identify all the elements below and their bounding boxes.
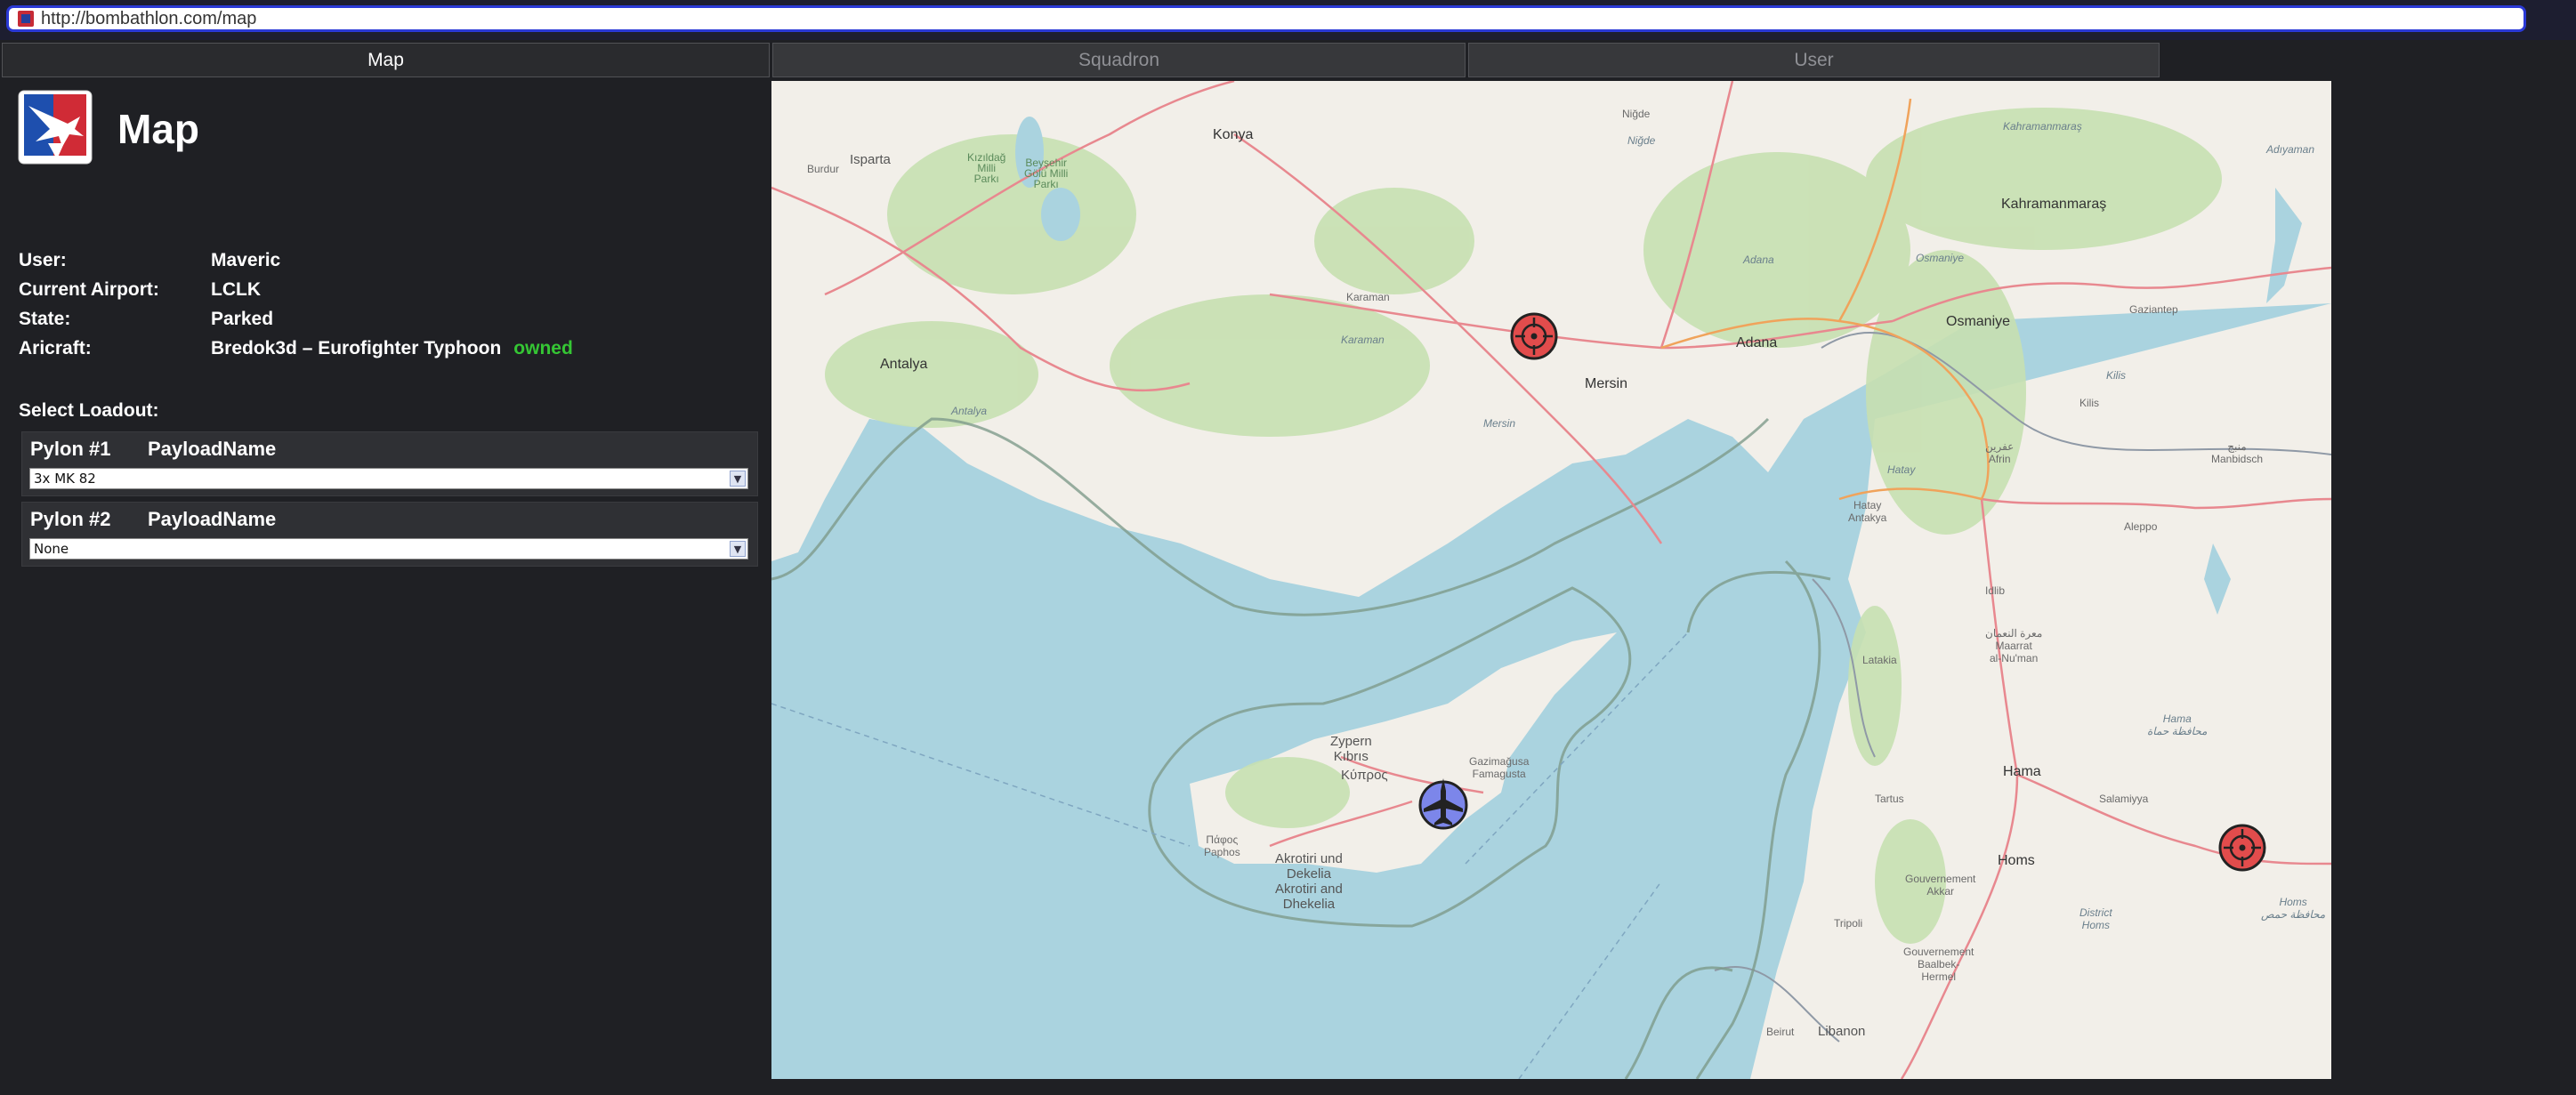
map-label-adana-province: Adana — [1743, 254, 1774, 266]
map-label-hama: Hama — [2003, 764, 2041, 779]
map-label-manbij: منبج Manbidsch — [2211, 440, 2264, 465]
page-title: Map — [117, 106, 199, 152]
land-cyprus — [1190, 632, 1617, 873]
map-label-district-homs: District Homs — [2079, 906, 2112, 931]
map-label-akkar: Gouvernement Akkar — [1905, 873, 1976, 898]
target-marker[interactable] — [2218, 824, 2266, 872]
map-label-isparta: Isparta — [850, 152, 891, 167]
map-label-salamiyya: Salamiyya — [2099, 793, 2149, 805]
map-label-kahramanmaras: Kahramanmaraş — [2001, 197, 2107, 212]
map-label-baalbek: Gouvernement Baalbek- Hermel — [1903, 946, 1974, 983]
map-label-gaziantep: Gaziantep — [2129, 303, 2178, 316]
map-label-osmaniye: Osmaniye — [1946, 314, 2011, 329]
tab-map[interactable]: Map — [2, 43, 770, 77]
current-airport-label: Current Airport: — [19, 279, 159, 300]
map-label-mersin-province: Mersin — [1483, 417, 1516, 430]
map-label-homs: Homs — [1998, 853, 2035, 868]
pylon-card: Pylon #2 PayloadName None ▼ — [21, 502, 758, 567]
map-label-antalya: Antalya — [880, 357, 928, 372]
map-label-adana: Adana — [1736, 335, 1778, 350]
crosshair-target-icon — [1510, 312, 1558, 360]
state-label: State: — [19, 309, 71, 329]
map-label-afrin: عفرين Afrin — [1985, 440, 2015, 465]
map-label-burdur: Burdur — [807, 163, 840, 175]
map-label-kizildag: Kızıldağ Milli Parkı — [967, 151, 1006, 185]
map-label-mersin: Mersin — [1585, 376, 1628, 391]
map-label-hatay: Hatay — [1887, 463, 1916, 476]
map-label-tripoli: Tripoli — [1834, 917, 1863, 930]
map-label-tartus: Tartus — [1875, 793, 1904, 805]
map-label-aleppo: Aleppo — [2124, 520, 2158, 533]
land-syria-lebanon — [1750, 303, 2331, 1079]
aircraft-value-row: Bredok3d – Eurofighter Typhoon owned — [211, 338, 573, 359]
pylon-name: Pylon #2 — [30, 508, 111, 530]
map-label-akrotiri: Akrotiri und Dekelia Akrotiri and Dhekel… — [1275, 851, 1343, 912]
chevron-down-icon[interactable]: ▼ — [730, 541, 746, 557]
map-label-konya: Konya — [1213, 127, 1254, 142]
aircraft-owned-badge: owned — [513, 338, 573, 358]
map-label-libanon: Libanon — [1818, 1024, 1866, 1039]
map-label-gazimagusa: Gazimağusa Famagusta — [1469, 755, 1530, 780]
fighter-jet-icon — [1418, 778, 1468, 830]
address-bar[interactable]: http://bombathlon.com/map — [6, 5, 2526, 32]
pylon-1-selected-value: 3x MK 82 — [34, 471, 96, 487]
map-label-nigde-province: Niğde — [1627, 134, 1656, 147]
pylon-name: Pylon #1 — [30, 438, 111, 460]
pylon-2-selected-value: None — [34, 541, 69, 557]
tab-squadron[interactable]: Squadron — [772, 43, 1466, 77]
map-label-kilis-town: Kilis — [2079, 397, 2100, 409]
map-label-beirut: Beirut — [1766, 1026, 1795, 1038]
select-loadout-label: Select Loadout: — [19, 400, 159, 421]
pylon-card: Pylon #1 PayloadName 3x MK 82 ▼ — [21, 431, 758, 496]
map-label-paphos: Πάφος Paphos — [1204, 833, 1240, 858]
jet-shield-logo-icon — [18, 90, 93, 165]
crosshair-target-icon — [2218, 824, 2266, 872]
payload-header: PayloadName — [148, 438, 277, 460]
pylon-2-payload-select[interactable]: None ▼ — [29, 538, 748, 560]
map-label-karaman: Karaman — [1346, 291, 1390, 303]
site-favicon-icon — [18, 11, 34, 27]
map-label-beysehir: Beyşehir Gölü Milli Parkı — [1024, 157, 1069, 190]
map-label-maarat: معرة النعمان Maarrat al-Nu'man — [1985, 627, 2043, 664]
map-label-kilis: Kilis — [2106, 369, 2127, 382]
pylon-1-payload-select[interactable]: 3x MK 82 ▼ — [29, 468, 748, 489]
map-label-antakya: Hatay Antakya — [1848, 499, 1887, 524]
map-label-osmaniye-province: Osmaniye — [1916, 252, 1965, 264]
aircraft-value: Bredok3d – Eurofighter Typhoon — [211, 338, 502, 358]
user-label: User: — [19, 250, 67, 270]
tab-user[interactable]: User — [1468, 43, 2160, 77]
state-value: Parked — [211, 309, 274, 329]
payload-header: PayloadName — [148, 508, 277, 530]
map-view[interactable]: Konya Isparta Burdur Kızıldağ Milli Park… — [771, 81, 2331, 1079]
target-marker[interactable] — [1510, 312, 1558, 360]
user-value: Maveric — [211, 250, 281, 270]
current-airport-value: LCLK — [211, 279, 261, 300]
aircraft-label: Aricraft: — [19, 338, 92, 358]
map-label-hama-province: Hama محافظة حماة — [2147, 713, 2208, 737]
browser-toolbar: http://bombathlon.com/map — [0, 0, 2576, 40]
map-label-homs-province: Homs محافظة حمص — [2261, 896, 2326, 921]
map-label-kahramanmaras-province: Kahramanmaraş — [2003, 120, 2082, 133]
map-label-cyprus: Zypern Kıbrıs — [1330, 734, 1372, 764]
map-label-cyprus-greek: Κύπρος — [1341, 768, 1388, 783]
map-label-nigde: Niğde — [1622, 108, 1651, 120]
chevron-down-icon[interactable]: ▼ — [730, 471, 746, 487]
address-bar-url: http://bombathlon.com/map — [41, 8, 257, 28]
map-label-adiyaman: Adıyaman — [2266, 143, 2315, 156]
map-label-idlib: Idlib — [1985, 584, 2006, 597]
aircraft-marker[interactable] — [1417, 777, 1470, 830]
map-label-antalya-sea: Antalya — [951, 405, 988, 417]
map-label-karaman-province: Karaman — [1341, 334, 1385, 346]
map-label-latakia: Latakia — [1862, 654, 1897, 666]
